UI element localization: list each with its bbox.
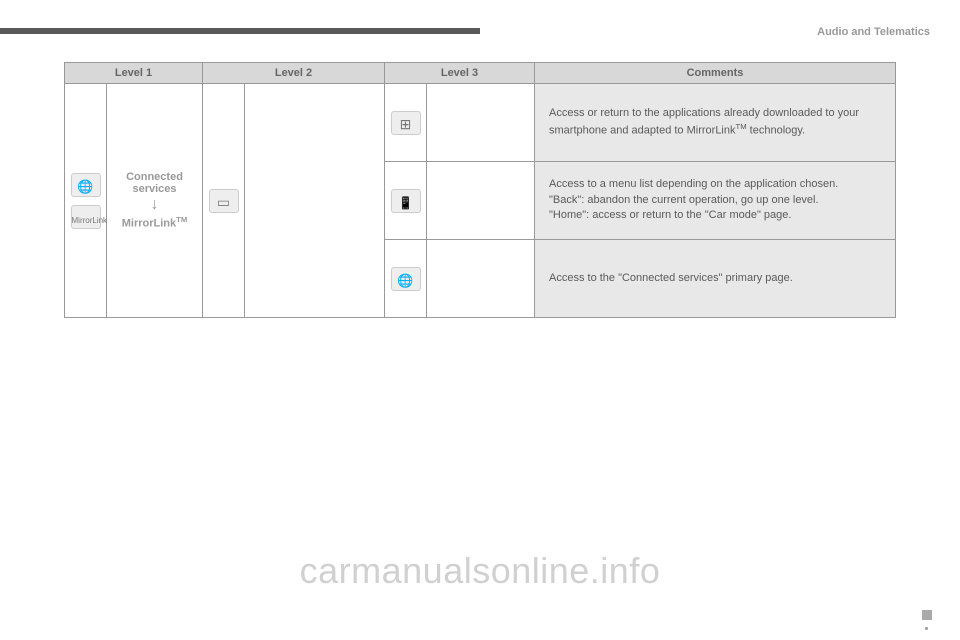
level3-label-cell — [427, 240, 535, 318]
table-row: MirrorLink Connected services ↓ MirrorLi… — [65, 84, 896, 162]
level3-label-cell — [427, 162, 535, 240]
col-comments: Comments — [535, 63, 896, 84]
arrow-down-icon: ↓ — [151, 197, 159, 213]
phone-icon — [391, 189, 421, 213]
watermark: carmanualsonline.info — [300, 550, 661, 592]
level3-label-cell — [427, 84, 535, 162]
apps-icon — [391, 111, 421, 135]
connected-services-label: Connected services — [111, 171, 198, 195]
level1-icon-cell: MirrorLink — [65, 84, 107, 318]
section-header: Audio and Telematics — [817, 26, 930, 38]
col-level1: Level 1 — [65, 63, 203, 84]
level1-label-cell: Connected services ↓ MirrorLinkTM — [107, 84, 203, 318]
mirrorlink-label: MirrorLinkTM — [122, 215, 188, 230]
comment-cell: Access to the "Connected services" prima… — [535, 240, 896, 318]
page-corner-mark — [922, 610, 932, 620]
level2-icon-cell — [203, 84, 245, 318]
col-level3: Level 3 — [385, 63, 535, 84]
tablet-icon — [209, 189, 239, 213]
mirrorlink-icon: MirrorLink — [71, 205, 101, 229]
comment-cell: Access to a menu list depending on the a… — [535, 162, 896, 240]
level3-icon-cell — [385, 84, 427, 162]
menu-table: Level 1 Level 2 Level 3 Comments MirrorL… — [64, 62, 896, 318]
top-bar — [0, 28, 480, 34]
comment-cell: Access or return to the applications alr… — [535, 84, 896, 162]
col-level2: Level 2 — [203, 63, 385, 84]
level3-icon-cell — [385, 162, 427, 240]
globe-icon — [391, 267, 421, 291]
level3-icon-cell — [385, 240, 427, 318]
globe-icon — [71, 173, 101, 197]
table-header-row: Level 1 Level 2 Level 3 Comments — [65, 63, 896, 84]
page-dot — [925, 627, 928, 630]
level2-label-cell — [245, 84, 385, 318]
